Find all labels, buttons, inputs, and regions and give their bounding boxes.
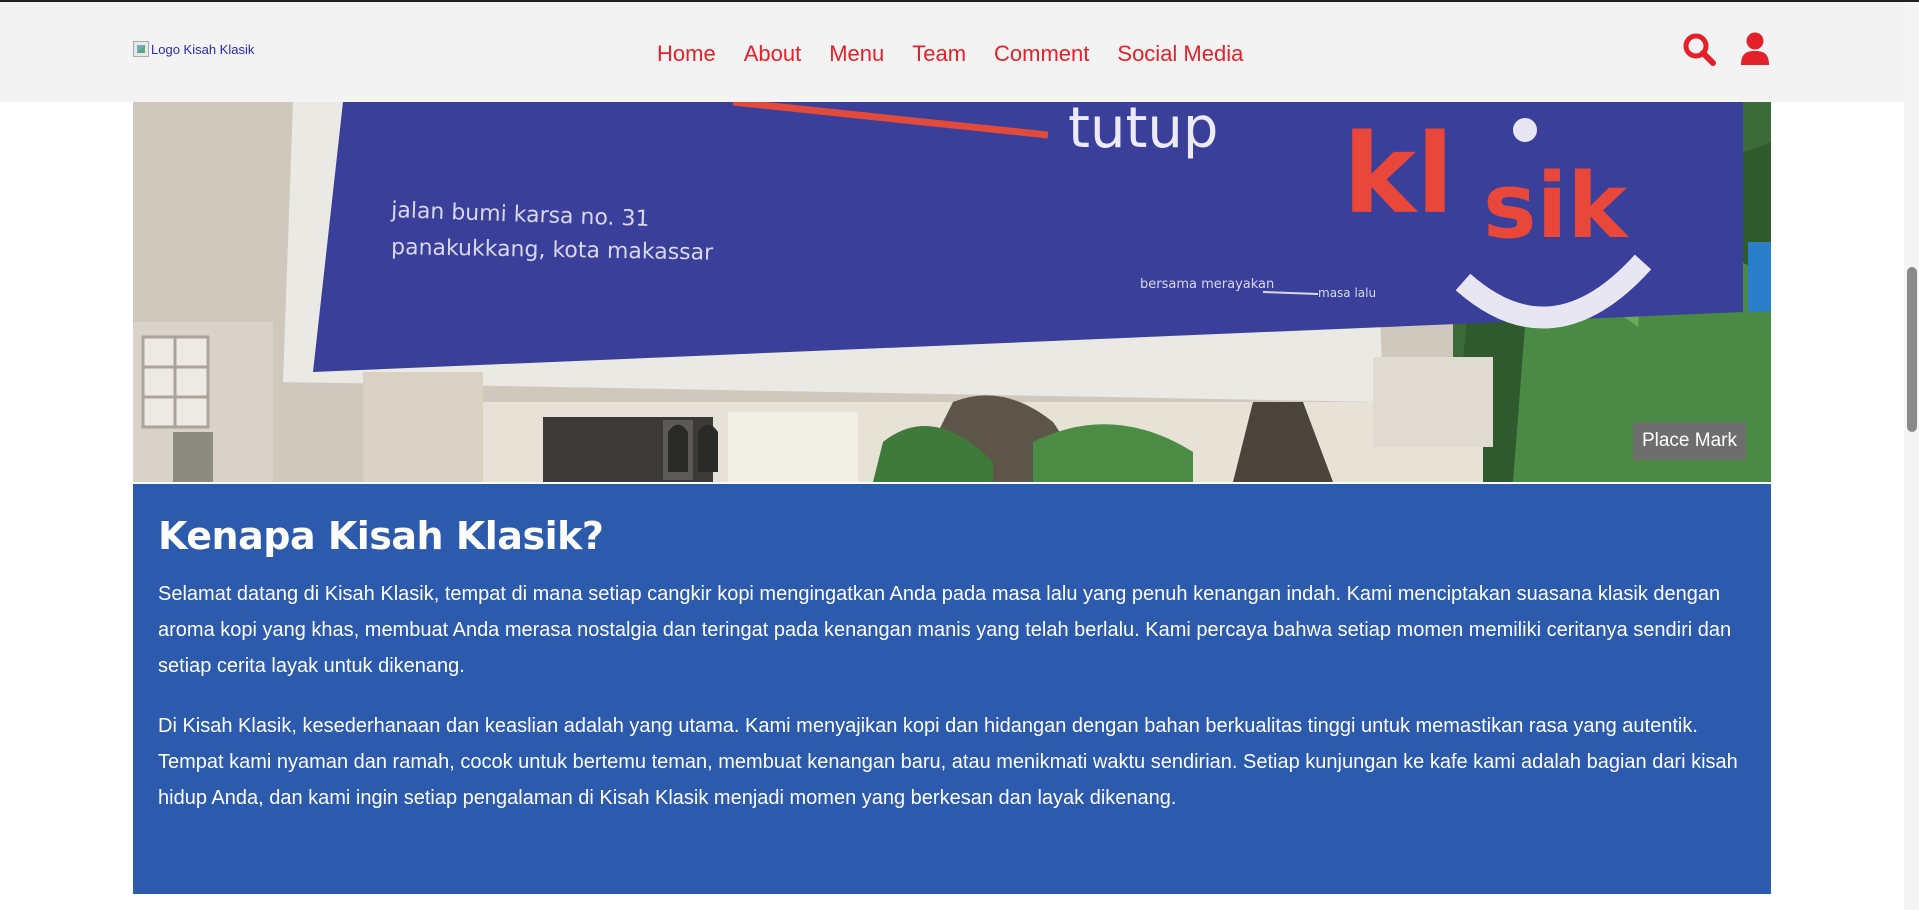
nav-menu[interactable]: Menu [829,38,884,70]
place-mark-button[interactable]: Place Mark [1632,422,1746,460]
nav-about[interactable]: About [744,38,802,70]
about-paragraph-2: Di Kisah Klasik, kesederhanaan dan keasl… [158,715,1738,809]
hero-image: kl sik tutup jalan bumi karsa no. 31 pan… [133,102,1771,482]
header-icons [1682,32,1770,66]
user-icon[interactable] [1740,32,1770,66]
nav-social-media[interactable]: Social Media [1117,38,1243,70]
page-scrollbar[interactable] [1904,2,1919,910]
nav-comment[interactable]: Comment [994,38,1089,70]
about-section: Kenapa Kisah Klasik? Selamat datang di K… [133,484,1771,894]
site-header: Logo Kisah Klasik Home About Menu Team C… [0,2,1904,102]
main-nav: Home About Menu Team Comment Social Medi… [657,38,1271,70]
broken-image-icon [133,41,149,57]
about-paragraph-1: Selamat datang di Kisah Klasik, tempat d… [158,583,1732,677]
nav-home[interactable]: Home [657,38,716,70]
site-logo[interactable]: Logo Kisah Klasik [133,41,254,57]
logo-alt-text: Logo Kisah Klasik [151,41,255,57]
sign-logo-bottom: sik [1483,154,1629,259]
sign-logo-top: kl [1343,110,1454,238]
sign-tagline-left: bersama merayakan [1140,277,1274,292]
sign-text-main: tutup [1068,102,1218,161]
scrollbar-thumb[interactable] [1907,267,1917,432]
sign-tagline-right: masa lalu [1318,286,1376,300]
about-title: Kenapa Kisah Klasik? [158,514,604,558]
search-icon[interactable] [1682,32,1716,66]
nav-team[interactable]: Team [912,38,966,70]
